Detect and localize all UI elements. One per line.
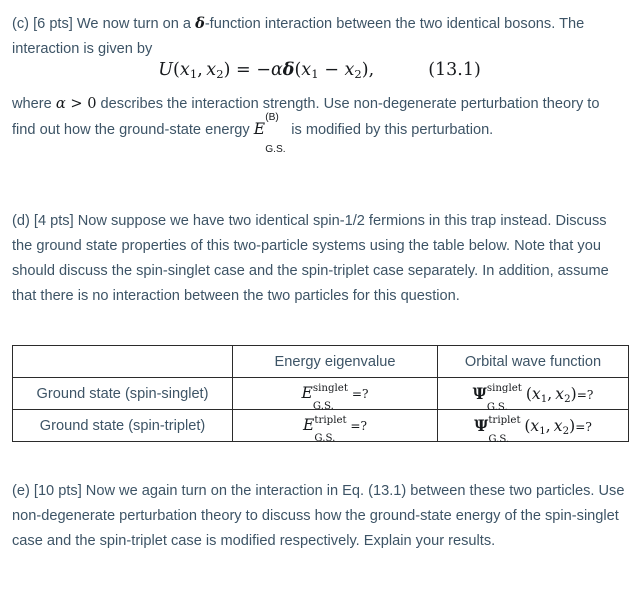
equation-arg1b-sub: 1 — [311, 67, 319, 82]
paragraph-part-e: (e) [10 pts] Now we again turn on the in… — [0, 479, 639, 554]
energy-singlet-expression: Esinglet G.S. =? — [301, 382, 369, 412]
energy-singlet-subscript: G.S. — [312, 401, 334, 413]
orbital-singlet-subscript: G.S. — [486, 401, 508, 413]
energy-triplet-symbol: E — [302, 416, 315, 434]
energy-triplet-subscript: G.S. — [314, 433, 336, 445]
orbital-singlet-arg2: x — [555, 384, 565, 403]
orbital-triplet-arg2: x — [553, 416, 563, 435]
orbital-singlet-superscript: singlet — [486, 383, 522, 395]
cell-orbital-triplet: Ψtriplet G.S. (x1, x2)=? — [437, 409, 629, 445]
minus-sign-2: − — [318, 60, 345, 80]
table-header-orbital-label: Orbital wave function — [464, 353, 602, 370]
cell-energy-singlet: Esinglet G.S. =? — [232, 377, 438, 412]
equation-arg1b: x — [301, 60, 312, 80]
orbital-triplet-arg-comma: , — [545, 416, 554, 435]
energy-boson-subscript: G.S. — [265, 144, 286, 156]
minus-sign: − — [256, 60, 271, 80]
paragraph-part-c-tail: where α > 0 describes the interaction st… — [0, 91, 639, 155]
orbital-triplet-value: =? — [575, 419, 592, 434]
table-header-row: Energy eigenvalue Orbital wave function — [12, 345, 629, 378]
equation-arg2b: x — [344, 60, 355, 80]
ground-state-table-wrapper: Energy eigenvalue Orbital wave function … — [12, 345, 629, 445]
equation-arg2-sub: 2 — [216, 67, 224, 82]
orbital-triplet-superscript: triplet — [488, 415, 521, 427]
energy-singlet-superscript: singlet — [312, 382, 348, 394]
display-equation-13-1: U(x1, x2) = −αδ(x1 − x2), (13.1) — [0, 60, 639, 80]
alpha-symbol: α — [270, 60, 283, 80]
table-header-cell-empty — [12, 345, 233, 378]
orbital-triplet-expression: Ψtriplet G.S. (x1, x2)=? — [474, 415, 592, 444]
cell-orbital-singlet: Ψsinglet G.S. (x1, x2)=? — [437, 377, 629, 413]
cell-energy-triplet: Etriplet G.S. =? — [232, 409, 438, 444]
part-c-label: (c) — [12, 16, 30, 32]
paragraph-part-d: (d) [4 pts] Now suppose we have two iden… — [0, 209, 639, 309]
equation-arg2: x — [206, 60, 217, 80]
row-label-singlet: Ground state (spin-singlet) — [12, 377, 233, 410]
equation-number: (13.1) — [428, 60, 481, 80]
equation-arg1: x — [179, 60, 190, 80]
energy-symbol-boson: E — [253, 120, 266, 138]
orbital-triplet-symbol: Ψ — [474, 415, 489, 435]
paren-open: ( — [173, 60, 180, 80]
paragraph-part-c: (c) [6 pts] We now turn on a δ-function … — [0, 11, 639, 62]
part-e-text: (e) [10 pts] Now we again turn on the in… — [12, 483, 625, 549]
table-header-energy-label: Energy eigenvalue — [274, 353, 396, 370]
table-row: Ground state (spin-singlet) Esinglet G.S.… — [12, 377, 629, 413]
delta-symbol-eq: δ — [282, 60, 295, 80]
orbital-singlet-value: =? — [576, 387, 594, 402]
part-c-points: [6 pts] — [33, 16, 73, 32]
table-header-cell-orbital: Orbital wave function — [437, 345, 629, 378]
alpha-symbol-inline: α — [55, 95, 66, 112]
equation-comma-args: , — [197, 60, 207, 80]
orbital-triplet-subscript: G.S. — [488, 433, 510, 445]
equals-sign: = — [236, 60, 251, 80]
ground-state-table: Energy eigenvalue Orbital wave function … — [12, 345, 629, 445]
part-d-text: (d) [4 pts] Now suppose we have two iden… — [12, 213, 609, 304]
equation-trailing-comma: , — [368, 60, 375, 80]
table-row: Ground state (spin-triplet) Etriplet G.S.… — [12, 409, 629, 445]
energy-singlet-value: =? — [351, 387, 369, 401]
row-label-triplet: Ground state (spin-triplet) — [12, 409, 233, 442]
energy-triplet-expression: Etriplet G.S. =? — [302, 414, 368, 444]
part-c-text-before: We now turn on a — [76, 16, 196, 32]
part-c-tail-text-3: is modified by this perturbation. — [287, 122, 494, 138]
greater-than-sign: > — [70, 95, 83, 112]
part-c-tail-text-1: where — [12, 96, 56, 112]
energy-triplet-value: =? — [350, 419, 368, 433]
energy-singlet-symbol: E — [301, 384, 313, 402]
energy-triplet-superscript: triplet — [314, 414, 347, 426]
energy-boson-superscript: (B) — [265, 111, 279, 123]
paren-close-2: ) — [361, 60, 369, 80]
equation-arg2b-sub: 2 — [354, 67, 362, 82]
delta-symbol: δ — [195, 15, 205, 32]
table-header-cell-energy: Energy eigenvalue — [232, 345, 438, 378]
equation-body: U(x1, x2) = −αδ(x1 − x2), (13.1) — [158, 60, 481, 80]
orbital-singlet-expression: Ψsinglet G.S. (x1, x2)=? — [472, 383, 594, 412]
equation-lhs-symbol: U — [158, 60, 174, 80]
orbital-singlet-symbol: Ψ — [472, 383, 487, 403]
orbital-triplet-arg1: x — [530, 416, 540, 435]
orbital-singlet-arg1: x — [531, 384, 541, 403]
document-page: (c) [6 pts] We now turn on a δ-function … — [0, 0, 639, 604]
